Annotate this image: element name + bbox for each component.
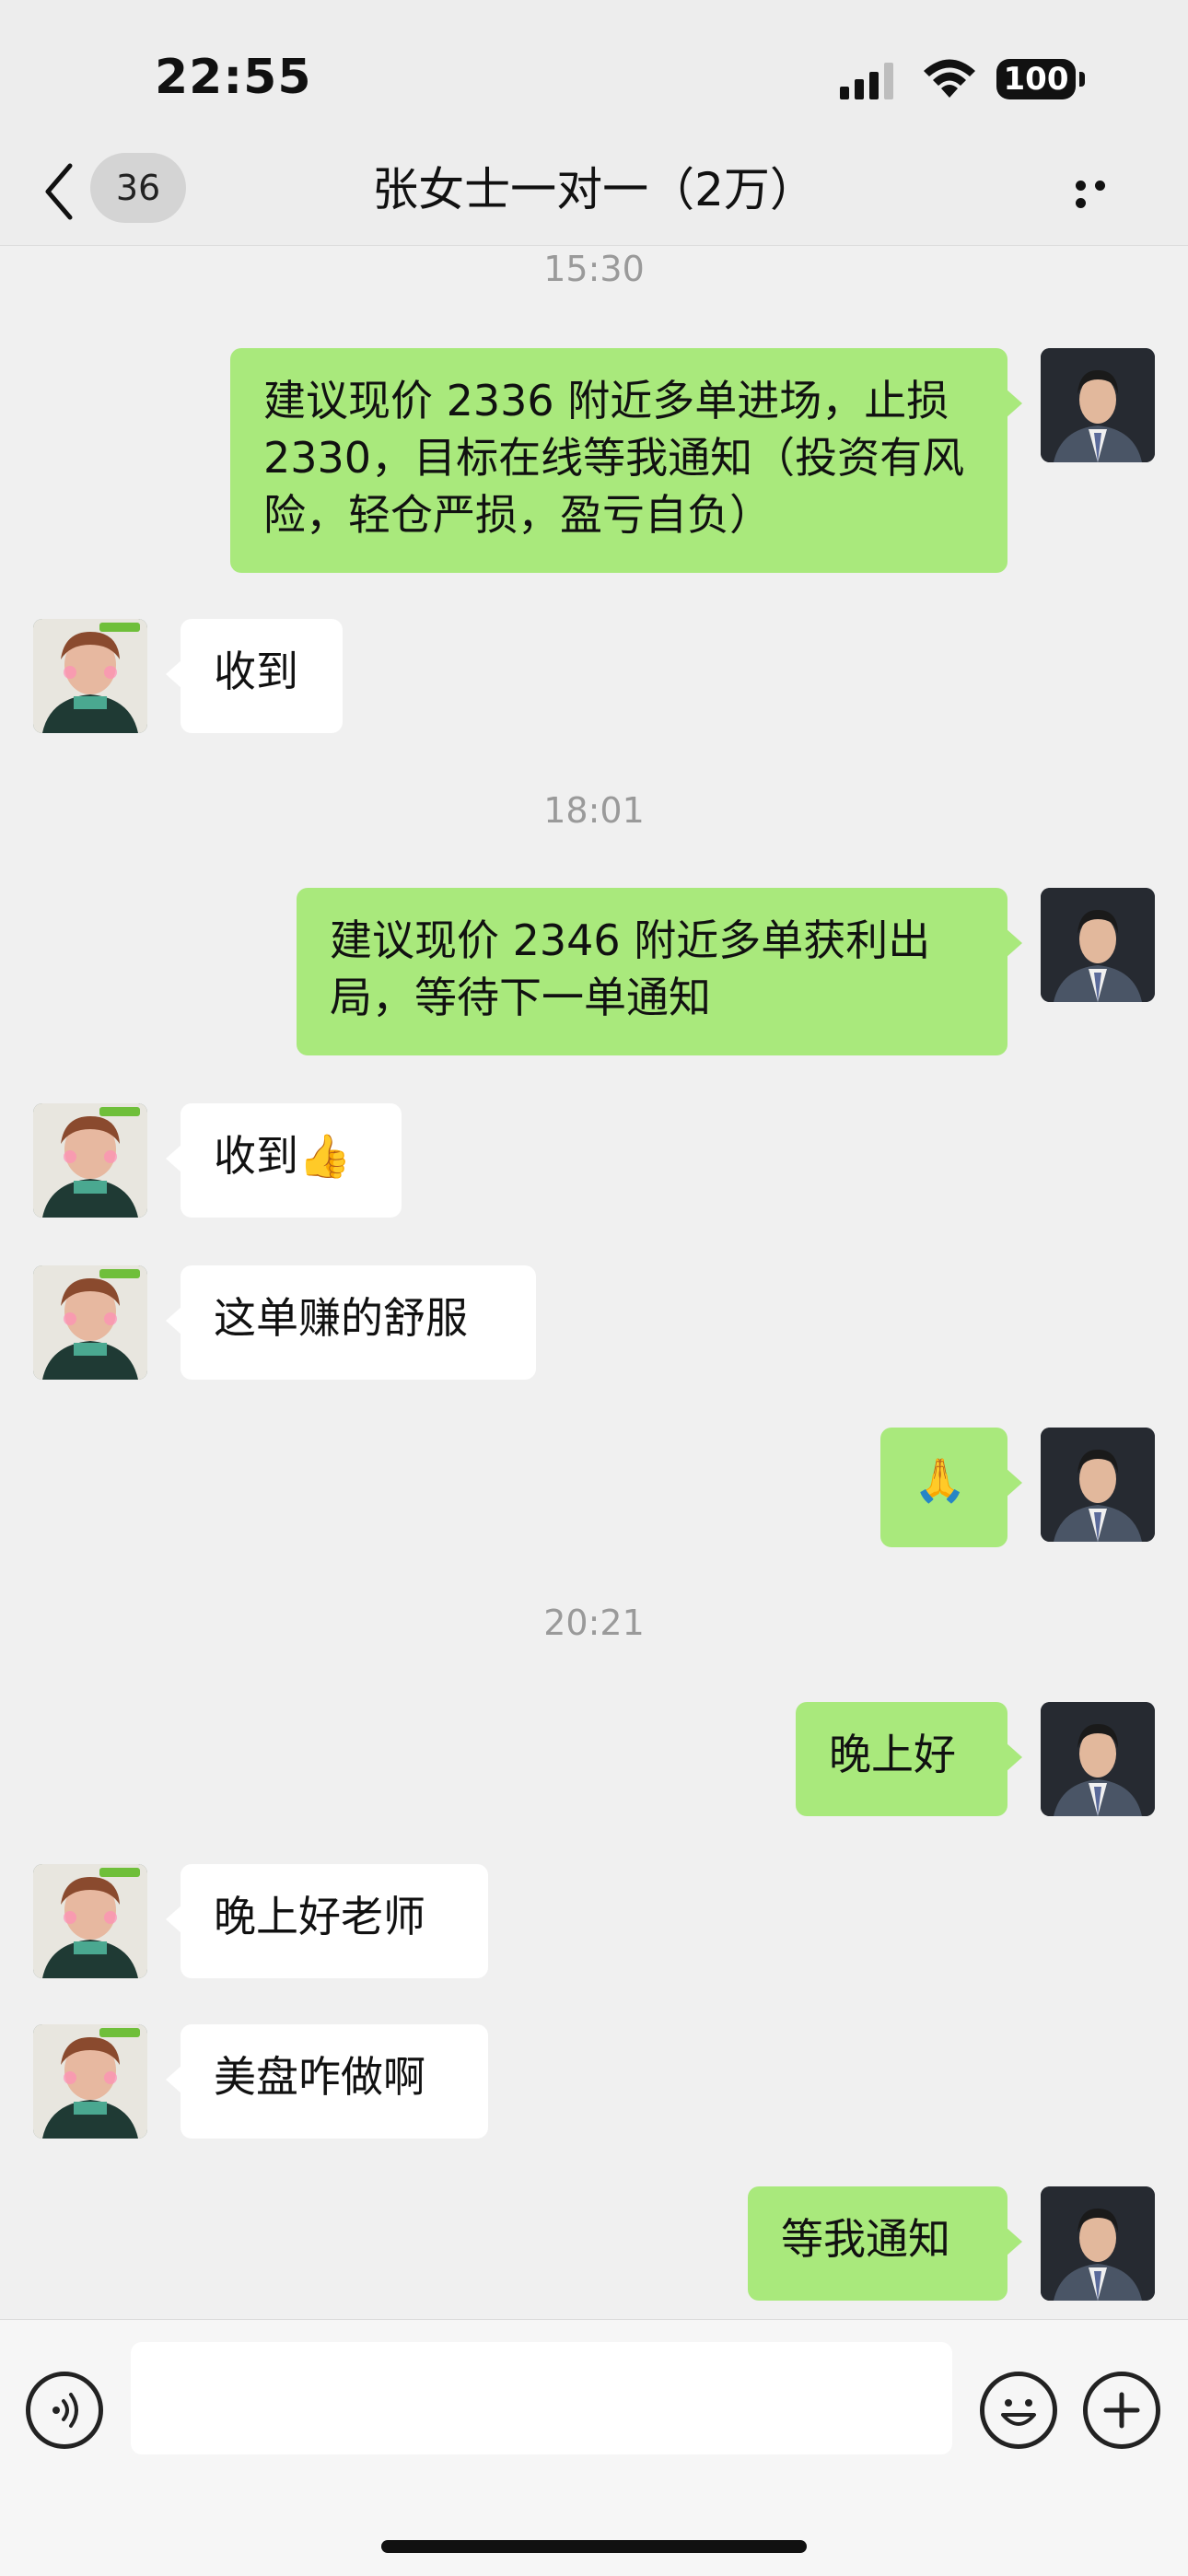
sent-message-bubble[interactable]: 等我通知 <box>748 2186 1022 2301</box>
input-bar <box>0 2319 1188 2576</box>
contact-avatar[interactable] <box>33 1103 147 1218</box>
contact-avatar[interactable] <box>33 619 147 733</box>
received-message-bubble[interactable]: 收到 <box>166 619 343 733</box>
signal-icon <box>840 63 893 99</box>
battery-icon: 100 <box>996 59 1076 99</box>
more-dots-icon[interactable] <box>1076 177 1131 208</box>
message-timestamp: 15:30 <box>543 249 645 289</box>
voice-icon[interactable] <box>26 2372 103 2449</box>
my-avatar[interactable] <box>1041 2186 1155 2301</box>
message-timestamp: 20:21 <box>543 1603 645 1643</box>
emoji-icon[interactable] <box>980 2372 1057 2449</box>
sent-message-bubble[interactable]: 建议现价 2346 附近多单获利出局，等待下一单通知 <box>297 888 1022 1055</box>
wifi-icon <box>924 59 975 98</box>
my-avatar[interactable] <box>1041 1428 1155 1542</box>
my-avatar[interactable] <box>1041 1702 1155 1816</box>
received-message-bubble[interactable]: 美盘咋做啊 <box>166 2024 488 2139</box>
chat-title: 张女士一对一（2万） <box>372 163 816 216</box>
received-message-bubble[interactable]: 收到👍 <box>166 1103 402 1218</box>
sent-message-bubble[interactable]: 🙏 <box>880 1428 1022 1547</box>
my-avatar[interactable] <box>1041 348 1155 462</box>
contact-avatar[interactable] <box>33 1265 147 1380</box>
message-timestamp: 18:01 <box>543 790 645 831</box>
status-time: 22:55 <box>155 50 312 105</box>
home-indicator <box>381 2540 807 2553</box>
received-message-bubble[interactable]: 晚上好老师 <box>166 1864 488 1978</box>
message-input[interactable] <box>131 2342 952 2454</box>
status-bar: 22:55 100 <box>0 0 1188 147</box>
sent-message-bubble[interactable]: 建议现价 2336 附近多单进场，止损 2330，目标在线等我通知（投资有风险，… <box>230 348 1022 573</box>
sent-message-bubble[interactable]: 晚上好 <box>796 1702 1022 1816</box>
my-avatar[interactable] <box>1041 888 1155 1002</box>
received-message-bubble[interactable]: 这单赚的舒服 <box>166 1265 536 1380</box>
plus-icon[interactable] <box>1083 2372 1160 2449</box>
battery-tip <box>1079 72 1085 87</box>
contact-avatar[interactable] <box>33 1864 147 1978</box>
contact-avatar[interactable] <box>33 2024 147 2139</box>
nav-bar: 36 张女士一对一（2万） <box>0 138 1188 246</box>
